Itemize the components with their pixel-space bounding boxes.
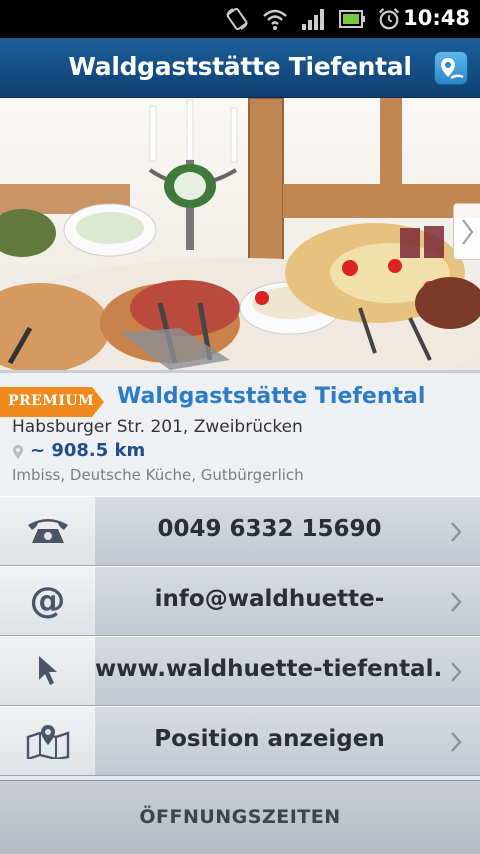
position-row[interactable]: Position anzeigen [0,706,480,776]
premium-label: PREMIUM [8,393,95,409]
chevron-right-icon [451,522,462,542]
location-pin-icon [13,445,23,459]
title-bar: Waldgaststätte Tiefental [0,38,480,98]
website-text-cell: www.waldhuette-tiefental. [95,637,480,705]
rotate-icon [226,7,248,31]
listing-categories: Imbiss, Deutsche Küche, Gutbürgerlich [12,466,304,484]
chevron-right-icon [462,219,474,245]
chevron-right-icon [451,732,462,752]
battery-icon [339,10,365,28]
email-icon-cell: @ [0,567,95,635]
phone-text-cell: 0049 6332 15690 [95,497,480,565]
email-address: info@waldhuette- [154,586,385,612]
chevron-right-icon [451,662,462,682]
cursor-icon [38,656,57,685]
next-photo-button[interactable] [453,203,480,260]
status-bar: 10:48 [0,0,480,38]
phone-number: 0049 6332 15690 [157,516,382,542]
signal-icon [302,9,324,30]
position-icon-cell [0,707,95,775]
listing-info: PREMIUM Waldgaststätte Tiefental Habsbur… [0,370,480,496]
alarm-icon [378,8,400,30]
status-time: 10:48 [403,6,470,30]
phone-icon-cell [0,497,95,565]
wifi-icon [263,9,287,30]
chevron-right-icon [451,592,462,612]
listing-distance: ~ 908.5 km [30,440,146,461]
premium-badge: PREMIUM [0,387,104,417]
map-icon [26,725,69,759]
phone-row[interactable]: 0049 6332 15690 [0,496,480,566]
position-label: Position anzeigen [154,726,385,752]
email-text-cell: info@waldhuette- [95,567,480,635]
map-button[interactable] [434,51,468,85]
page-title: Waldgaststätte Tiefental [68,52,412,81]
opening-hours-label: ÖFFNUNGSZEITEN [139,806,341,828]
position-text-cell: Position anzeigen [95,707,480,775]
website-icon-cell [0,637,95,705]
website-url: www.waldhuette-tiefental. [95,656,443,682]
map-pin-icon [441,58,464,80]
buffet-photo-image [0,98,480,370]
website-row[interactable]: www.waldhuette-tiefental. [0,636,480,706]
at-icon: @ [29,580,66,622]
email-row[interactable]: @ info@waldhuette- [0,566,480,636]
listing-name: Waldgaststätte Tiefental [117,384,426,409]
listing-address: Habsburger Str. 201, Zweibrücken [12,417,303,437]
restaurant-photo[interactable] [0,98,480,370]
opening-hours-button[interactable]: ÖFFNUNGSZEITEN [0,780,480,854]
phone-icon [27,519,68,543]
